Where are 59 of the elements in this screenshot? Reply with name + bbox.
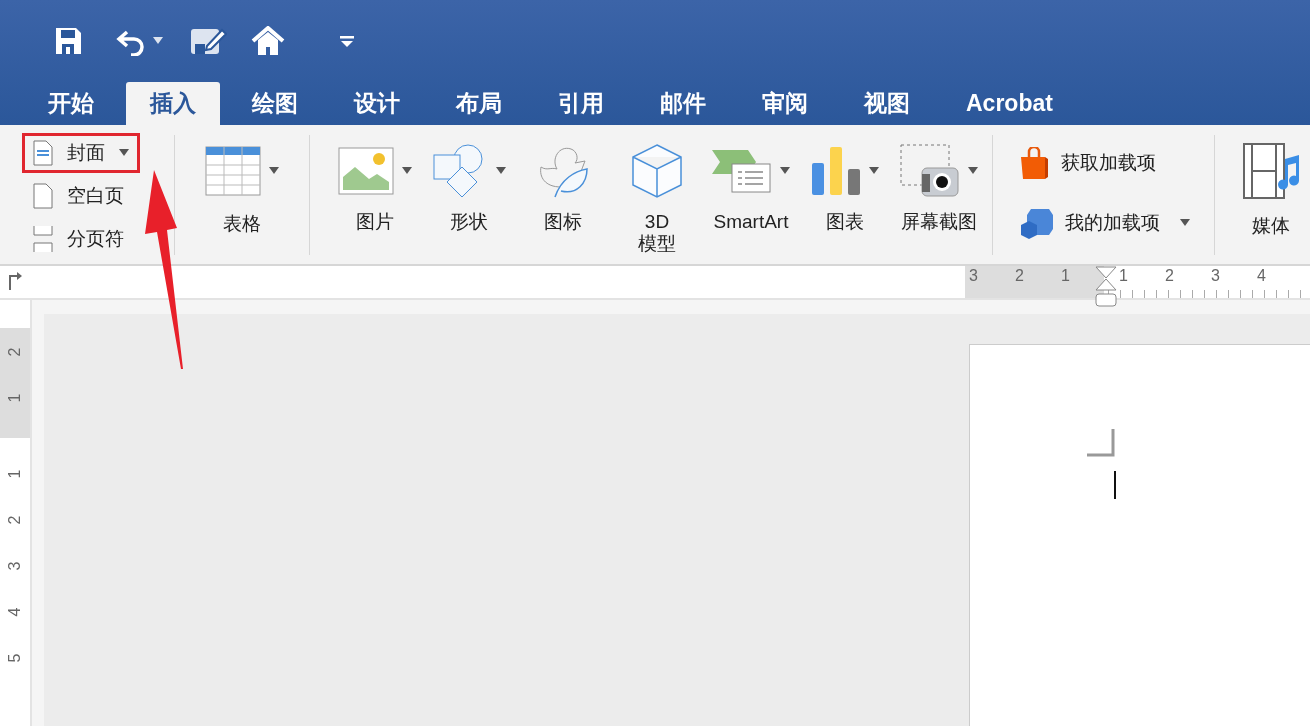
- home-icon[interactable]: [251, 26, 285, 56]
- ribbon-tab[interactable]: 设计: [330, 82, 424, 125]
- ruler-number: 2: [1165, 266, 1175, 286]
- ruler-number: 4: [1257, 266, 1267, 286]
- ribbon-tab[interactable]: 开始: [24, 82, 118, 125]
- table-icon: [205, 146, 261, 196]
- ribbon-button[interactable]: SmartArt: [710, 133, 792, 255]
- ruler-number: 3: [969, 266, 979, 286]
- customize-icon[interactable]: [340, 34, 354, 48]
- ribbon-button[interactable]: 图标: [522, 133, 604, 255]
- ruler-number: 2: [5, 347, 24, 357]
- bar-chart-icon: [811, 146, 861, 196]
- ribbon-tab[interactable]: 审阅: [738, 82, 832, 125]
- ribbon-button[interactable]: 图表: [804, 133, 886, 255]
- media-button[interactable]: 媒体: [1227, 133, 1299, 239]
- page-menu-item[interactable]: 封面: [22, 133, 140, 173]
- add-in-button[interactable]: 我的加载项: [1019, 201, 1190, 245]
- film-and-music-icon: [1243, 143, 1299, 199]
- ruler-number: 2: [5, 515, 24, 525]
- ruler-number: 3: [1211, 266, 1221, 286]
- ruler-number: 1: [1119, 266, 1129, 286]
- ruler-number: 4: [5, 607, 24, 617]
- cubes-icon: [1019, 207, 1053, 239]
- document-edit-icon[interactable]: [189, 26, 227, 56]
- ruler-number: 3: [5, 561, 24, 571]
- smartart-icon: [712, 148, 772, 194]
- indent-marker-icon[interactable]: [1094, 266, 1118, 308]
- ruler-number: 1: [5, 469, 24, 479]
- screenshot-camera-icon: [900, 144, 960, 198]
- ribbon-tab[interactable]: Acrobat: [942, 82, 1077, 125]
- text-cursor: [1114, 471, 1116, 499]
- shopping-bag-icon: [1019, 147, 1049, 179]
- ribbon-tab[interactable]: 绘图: [228, 82, 322, 125]
- page-menu-item[interactable]: 空白页: [22, 176, 135, 216]
- ribbon-button[interactable]: 形状: [428, 133, 510, 255]
- add-in-button[interactable]: 获取加载项: [1019, 141, 1190, 185]
- ribbon-button[interactable]: 屏幕截图: [898, 133, 980, 255]
- ribbon-tab[interactable]: 邮件: [636, 82, 730, 125]
- tab-stop-icon[interactable]: [8, 272, 22, 290]
- cube-icon: [631, 143, 683, 199]
- picture-icon: [338, 147, 394, 195]
- ruler-number: 1: [5, 393, 24, 403]
- cover-page-icon: [33, 140, 53, 166]
- caret-icon[interactable]: [153, 37, 163, 45]
- table-button[interactable]: 表格: [187, 133, 297, 237]
- margin-corner-mark: [1087, 429, 1115, 457]
- ribbon-tab[interactable]: 视图: [840, 82, 934, 125]
- ribbon-tab[interactable]: 插入: [126, 82, 220, 125]
- ribbon-tab[interactable]: 引用: [534, 82, 628, 125]
- ribbon-tab[interactable]: 布局: [432, 82, 526, 125]
- ribbon-button[interactable]: 3D 模型: [616, 133, 698, 255]
- save-icon[interactable]: [53, 26, 83, 56]
- ribbon-button[interactable]: 图片: [334, 133, 416, 255]
- ruler-number: 2: [1015, 266, 1025, 286]
- page-menu-item[interactable]: 分页符: [22, 219, 135, 259]
- page-break-icon: [33, 226, 53, 252]
- ruler-number: 5: [5, 653, 24, 663]
- ruler-number: 1: [1061, 266, 1071, 286]
- blank-page-icon: [33, 183, 53, 209]
